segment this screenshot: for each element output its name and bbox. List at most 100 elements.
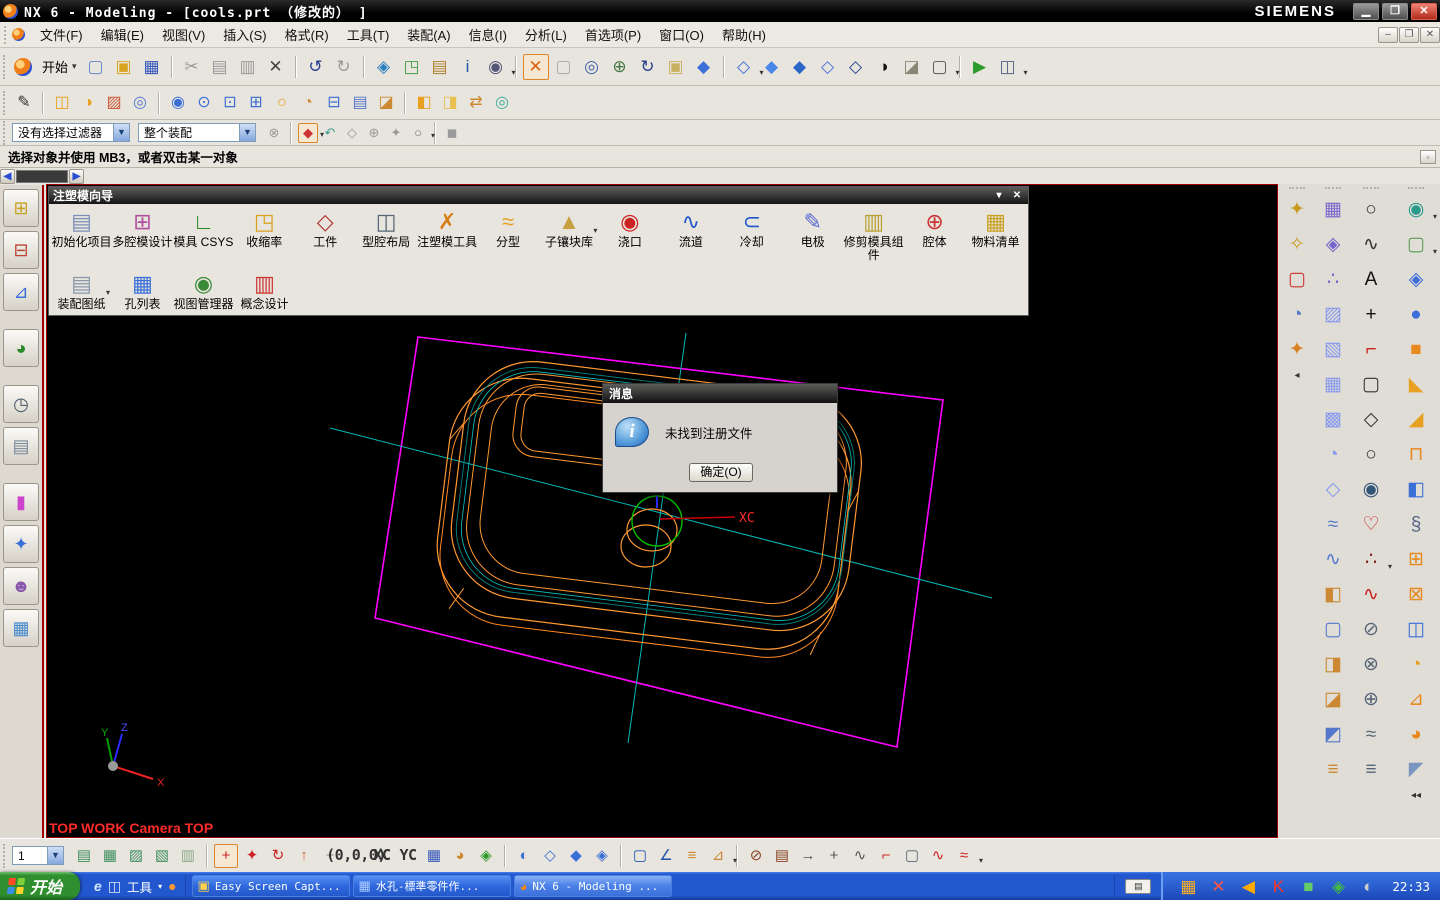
spline-analysis-button[interactable]: ∿ (848, 844, 872, 868)
repeat-command-button[interactable]: ◈ (371, 54, 397, 80)
start-button[interactable]: 开始 (0, 872, 80, 900)
swept-surface-button[interactable]: ▩ (1319, 404, 1347, 434)
mw-runner[interactable]: ∿流道 (660, 208, 721, 251)
part-navigator-tab[interactable]: ⊿ (3, 273, 39, 311)
zoom-box-button[interactable]: ◎ (579, 54, 605, 80)
mw-shrinkage[interactable]: ◳收缩率 (234, 208, 295, 251)
center-boss[interactable] (621, 496, 682, 567)
face-analysis-button[interactable]: ◑ (871, 54, 897, 80)
from-point-cloud-button[interactable]: ∴ (1319, 264, 1347, 294)
bracket-button[interactable]: ◧ (1402, 474, 1430, 504)
undo-button[interactable]: ↺ (303, 54, 329, 80)
assembly-navigator-tab[interactable]: ⊞ (3, 189, 39, 227)
new-window-button[interactable]: ▶ (967, 54, 993, 80)
mw-initialize-project[interactable]: ▤初始化项目 (51, 208, 112, 251)
menu-tools[interactable]: 工具(T) (338, 22, 399, 47)
quicklaunch-ie[interactable]: e (94, 878, 102, 894)
shaded-button[interactable]: ◆ (787, 54, 813, 80)
start-menu-button[interactable]: 开始 ▾ (12, 57, 83, 76)
wcs-set-absolute-button[interactable]: (0,0,0) (344, 844, 368, 868)
spline-points-button[interactable]: ∴▾ (1357, 544, 1385, 574)
toolbar-grip[interactable] (3, 91, 7, 115)
chevron-down-icon[interactable]: ▾ (106, 288, 110, 297)
combined-projection-button[interactable]: ⊕ (1357, 684, 1385, 714)
global-shaping-button[interactable]: ✦ (1283, 334, 1311, 364)
task-media-player[interactable]: ▦水孔-標準零件作... (353, 875, 511, 897)
spring-button[interactable]: § (1402, 509, 1430, 539)
save-button[interactable]: ▦ (139, 54, 165, 80)
zoom-selection-button[interactable]: ▢ (551, 54, 577, 80)
datum-csys-button[interactable]: ◈ (1402, 264, 1430, 294)
unite-button[interactable]: ⊞ (1402, 544, 1430, 574)
menu-help[interactable]: 帮助(H) (713, 22, 775, 47)
static-wireframe-button[interactable]: ◇ (843, 54, 869, 80)
zoom-in-out-button[interactable]: ⊕ (607, 54, 633, 80)
mdi-close-button[interactable]: ✕ (1420, 27, 1440, 43)
web-browser-tab[interactable]: ◕ (3, 329, 39, 367)
corner-analysis-button[interactable]: ⌐ (874, 844, 898, 868)
statusbar-dock-button[interactable]: ▫ (1420, 150, 1436, 164)
from-poles-button[interactable]: ◈ (1319, 229, 1347, 259)
redo-button[interactable]: ↻ (331, 54, 357, 80)
tray-volume-icon[interactable]: ◀ (1235, 873, 1261, 899)
revolve-button[interactable]: ◑ (76, 91, 100, 115)
mw-parting[interactable]: ≈分型 (478, 208, 539, 251)
sketch-button[interactable]: ✎ (12, 91, 36, 115)
offset-curve-button[interactable]: ≡ (1357, 754, 1385, 784)
chevron-down-icon[interactable]: ▾ (1388, 563, 1392, 571)
cut-button[interactable]: ✂ (179, 54, 205, 80)
emboss-button[interactable]: ○ (270, 91, 294, 115)
mw-mold-csys[interactable]: ∟模具 CSYS (173, 208, 234, 251)
move-object-button[interactable]: ⇄ (464, 91, 488, 115)
pole-edit-button[interactable]: ✧ (1283, 229, 1311, 259)
menu-view[interactable]: 视图(V) (153, 22, 214, 47)
show-button[interactable]: ◈ (590, 844, 614, 868)
mw-mold-tools[interactable]: ✗注塑模工具 (417, 208, 478, 251)
thicken-button[interactable]: ◪ (374, 91, 398, 115)
wcs-save-button[interactable]: ▦ (422, 844, 446, 868)
bounded-block-button[interactable]: ⊓ (1402, 439, 1430, 469)
section-surface-button[interactable]: ◔ (1319, 439, 1347, 469)
copy-button[interactable]: ▤ (207, 54, 233, 80)
shell-button[interactable]: ◎ (490, 91, 514, 115)
measure-angle-button[interactable]: ∠ (654, 844, 678, 868)
tray-shield-icon[interactable]: ◈ (1325, 873, 1351, 899)
quicklaunch-firefox[interactable]: ● (168, 878, 176, 894)
scene-editor-tab[interactable]: ✦ (3, 525, 39, 563)
block-button[interactable]: ■ (1402, 334, 1430, 364)
show-shaded-result-button[interactable]: ◇ (342, 123, 362, 143)
mw-hole-table[interactable]: ▦孔列表 (112, 270, 173, 313)
chevron-down-icon[interactable]: ▾ (1433, 248, 1437, 256)
task-nx[interactable]: ◕NX 6 - Modeling ... (514, 875, 672, 897)
wrap-curve-button[interactable]: ≈ (1357, 719, 1385, 749)
mw-sub-insert-library[interactable]: ▲子镶块库▾ (539, 208, 600, 251)
mw-cavity[interactable]: ⊕腔体 (904, 208, 965, 251)
system-materials-tab[interactable]: ▤ (3, 427, 39, 465)
extract-body-button[interactable]: ◣ (1402, 369, 1430, 399)
face-curvature-button[interactable]: ▢ (900, 844, 924, 868)
roles-tab[interactable]: ☻ (3, 567, 39, 605)
mdi-restore-button[interactable]: ❐ (1399, 27, 1419, 43)
mold-wizard-titlebar[interactable]: 注塑模向导 ▾ ✕ (49, 187, 1028, 204)
history-tab[interactable]: ◷ (3, 385, 39, 423)
clip-section-button[interactable]: ◪ (899, 54, 925, 80)
gallery-tab[interactable]: ▦ (3, 609, 39, 647)
lasso-button[interactable]: ○▾ (408, 123, 428, 143)
intersect-button[interactable]: ⊠ (1402, 579, 1430, 609)
edit-object-display-button[interactable]: ◈ (474, 844, 498, 868)
through-points-button[interactable]: ▦ (1319, 194, 1347, 224)
open-file-button[interactable]: ▣ (111, 54, 137, 80)
new-file-button[interactable]: ▢ (83, 54, 109, 80)
quicklaunch-tools-label[interactable]: 工具 (127, 877, 152, 896)
split-body-button[interactable]: ◨ (438, 91, 462, 115)
message-dialog-titlebar[interactable]: 消息 (603, 384, 837, 403)
tray-media-icon[interactable]: ▦ (1175, 873, 1201, 899)
resize-view-button[interactable]: ◳ (399, 54, 425, 80)
toolbar-grip[interactable] (3, 844, 7, 868)
paste-button[interactable]: ▥ (235, 54, 261, 80)
menu-information[interactable]: 信息(I) (460, 22, 516, 47)
show-hide-button[interactable]: ◐ (512, 844, 536, 868)
silhouette-flange-button[interactable]: ◩ (1319, 719, 1347, 749)
mold-wizard-close-button[interactable]: ✕ (1010, 190, 1024, 201)
menu-edit[interactable]: 编辑(E) (92, 22, 153, 47)
